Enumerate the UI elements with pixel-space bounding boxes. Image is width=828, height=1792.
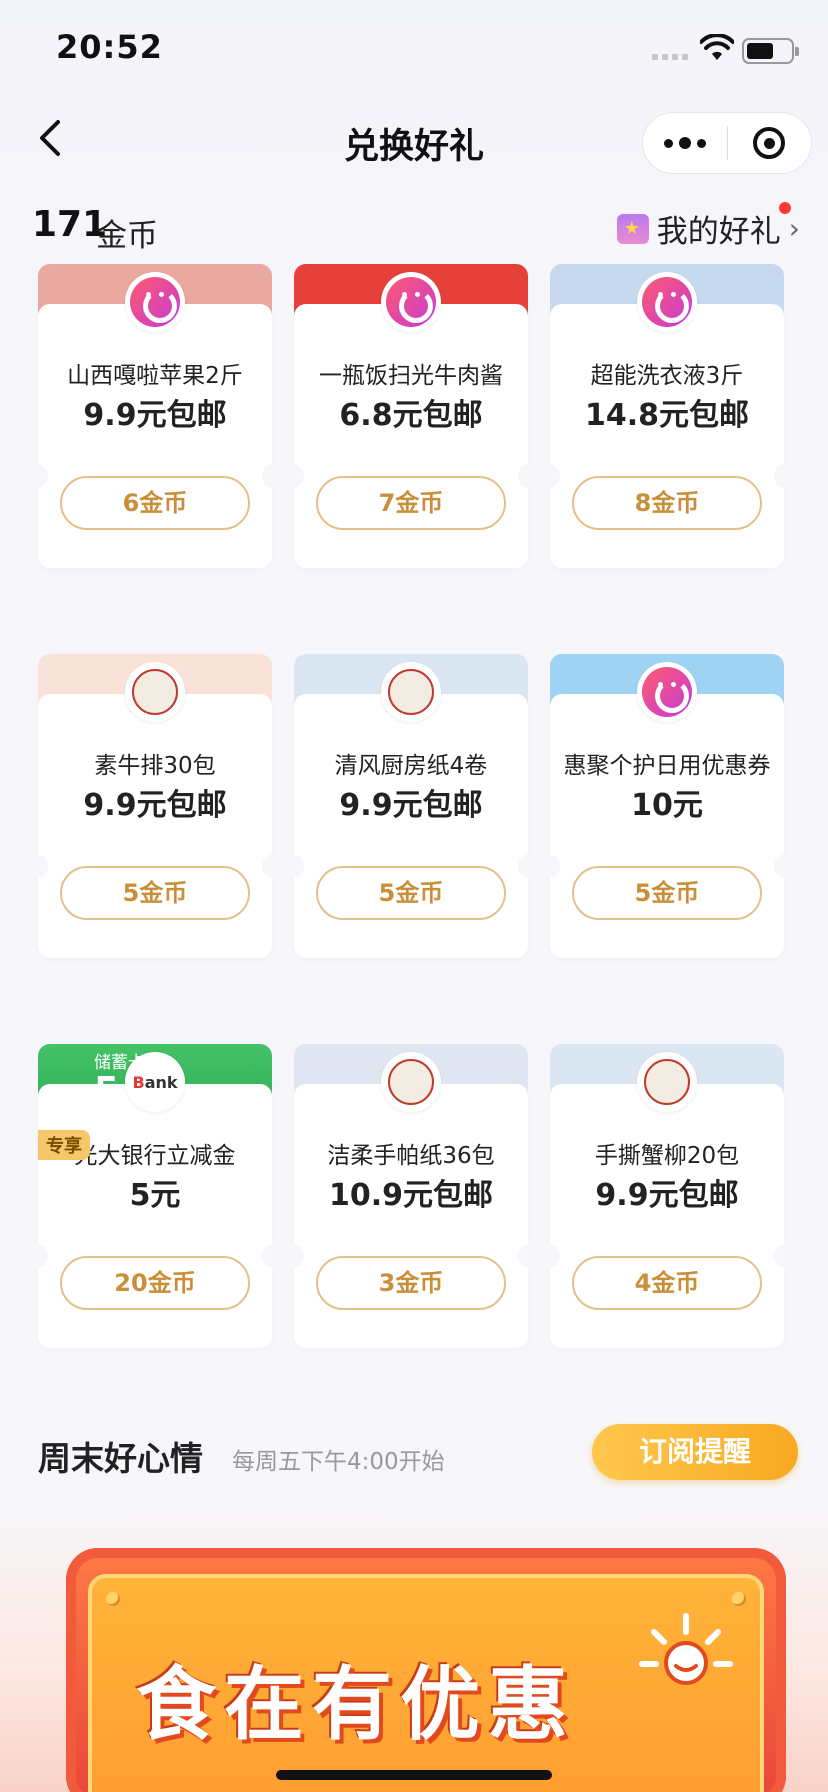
product-card[interactable]: 超能洗衣液3斤 14.8元包邮 8金币 [548,264,786,568]
rivet-icon [106,1592,120,1606]
product-price: 9.9元包邮 [83,788,227,823]
product-price: 9.9元包邮 [339,788,483,823]
bank-logo-icon: Bank [125,1052,185,1112]
chevron-right-icon: › [788,212,800,245]
product-name: 素牛排30包 [94,753,216,779]
product-name: 一瓶饭扫光牛肉酱 [319,363,503,389]
brand-logo-icon [381,662,441,722]
product-price: 14.8元包邮 [584,398,750,433]
product-name: 超能洗衣液3斤 [590,363,744,389]
more-icon[interactable] [643,112,727,174]
rivet-icon [732,1592,746,1606]
product-card[interactable]: 素牛排30包 9.9元包邮 5金币 [36,654,274,958]
redeem-button[interactable]: 5金币 [316,866,506,920]
battery-icon [742,38,799,64]
product-card[interactable]: 一瓶饭扫光牛肉酱 6.8元包邮 7金币 [292,264,530,568]
product-name: 手撕蟹柳20包 [594,1143,740,1169]
brand-smile-icon [381,272,441,332]
redeem-button[interactable]: 5金币 [572,866,762,920]
nav-bar: 兑换好礼 [0,96,828,188]
page: 20:52 兑换好礼 171 金币 我的好礼 › [0,0,828,1792]
weekend-section: 周末好心情 每周五下午4:00开始 订阅提醒 [38,1420,798,1490]
subscribe-button[interactable]: 订阅提醒 [592,1424,798,1480]
product-price: 6.8元包邮 [339,398,483,433]
coin-unit: 金币 [96,218,158,254]
mini-program-capsule [642,112,812,174]
product-price: 5元 [129,1178,181,1213]
product-card[interactable]: 山西嘎啦苹果2斤 9.9元包邮 6金币 [36,264,274,568]
redeem-button[interactable]: 20金币 [60,1256,250,1310]
section-title: 周末好心情 [38,1439,203,1478]
product-price: 9.9元包邮 [83,398,227,433]
banner-text: 食在有优惠 [136,1658,576,1751]
brand-smile-icon [125,272,185,332]
product-card[interactable]: 清风厨房纸4卷 9.9元包邮 5金币 [292,654,530,958]
brand-logo-icon [381,1052,441,1112]
product-name: 洁柔手帕纸36包 [327,1143,495,1169]
product-card[interactable]: 惠聚个护日用优惠券 10元 5金币 [548,654,786,958]
redeem-button[interactable]: 7金币 [316,476,506,530]
brand-smile-icon [637,272,697,332]
redeem-button[interactable]: 5金币 [60,866,250,920]
coin-bar: 171 金币 我的好礼 › [0,196,828,256]
my-gifts-label: 我的好礼 [657,202,791,251]
brand-logo-icon [125,662,185,722]
redeem-button[interactable]: 3金币 [316,1256,506,1310]
close-icon[interactable] [728,112,812,174]
brand-smile-icon [637,662,697,722]
product-card[interactable]: 储蓄卡5 元Bank专享光大银行立减金5元20金币 [36,1044,274,1348]
product-card[interactable]: 洁柔手帕纸36包 10.9元包邮 3金币 [292,1044,530,1348]
brand-logo-icon [637,1052,697,1112]
signal-icon [652,44,688,60]
notification-dot [778,202,791,214]
my-gifts-link[interactable]: 我的好礼 › [616,202,800,251]
product-name: 清风厨房纸4卷 [334,753,488,779]
product-price: 9.9元包邮 [595,1178,739,1213]
redeem-button[interactable]: 4金币 [572,1256,762,1310]
promo-banner[interactable]: 食在有优惠 [66,1548,786,1792]
product-name: 惠聚个护日用优惠券 [563,753,771,779]
status-time: 20:52 [56,28,163,66]
redeem-button[interactable]: 8金币 [572,476,762,530]
wifi-icon [700,34,734,60]
product-name: 山西嘎啦苹果2斤 [67,363,243,389]
redeem-button[interactable]: 6金币 [60,476,250,530]
calendar-icon [616,213,649,244]
exclusive-tag: 专享 [38,1130,90,1160]
section-subtitle: 每周五下午4:00开始 [232,1449,445,1475]
product-card[interactable]: 手撕蟹柳20包 9.9元包邮 4金币 [548,1044,786,1348]
product-price: 10.9元包邮 [328,1178,494,1213]
sun-smile-icon [639,1613,733,1685]
product-price: 10元 [631,788,703,823]
home-indicator [276,1770,552,1780]
status-bar: 20:52 [0,0,828,96]
